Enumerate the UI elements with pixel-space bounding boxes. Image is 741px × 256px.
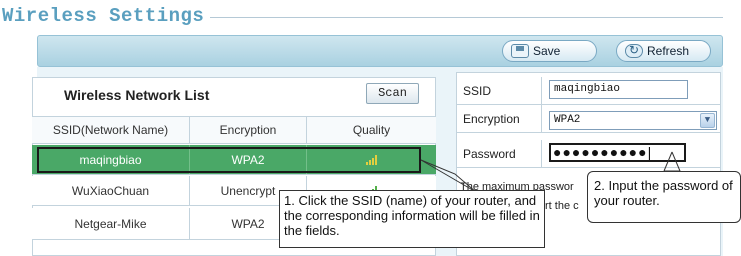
refresh-icon	[625, 43, 643, 58]
password-field[interactable]: ●●●●●●●●●●|	[549, 143, 686, 162]
toolbar: Save Refresh	[37, 35, 723, 67]
network-table-header: SSID(Network Name) Encryption Quality	[32, 116, 436, 144]
network-list-title: Wireless Network List	[64, 87, 210, 103]
ssid-cell[interactable]: WuXiaoChuan	[32, 176, 190, 205]
step2-callout: 2. Input the password of your router.	[587, 171, 741, 223]
encryption-label: Encryption	[463, 112, 520, 126]
column-header-encryption: Encryption	[190, 117, 307, 143]
password-value: ●●●●●●●●●●	[553, 144, 648, 160]
save-label: Save	[533, 44, 561, 58]
ssid-cell[interactable]: Netgear-Mike	[32, 208, 190, 239]
column-header-ssid: SSID(Network Name)	[32, 117, 190, 143]
row-divider	[541, 105, 542, 132]
refresh-button[interactable]: Refresh	[616, 40, 711, 62]
row-divider	[541, 77, 542, 104]
step1-callout: 1. Click the SSID (name) of your router,…	[279, 190, 545, 248]
ssid-label: SSID	[463, 84, 492, 98]
title-divider	[200, 17, 723, 18]
encryption-value: WPA2	[554, 114, 581, 126]
page-title: Wireless Settings	[2, 5, 211, 27]
password-note-tail: rt the c	[545, 200, 579, 212]
page-header: Wireless Settings	[0, 0, 741, 30]
encryption-select[interactable]: WPA2 ▼	[549, 111, 717, 130]
password-label: Password	[463, 147, 516, 161]
ssid-field[interactable]: maqingbiao	[549, 80, 688, 99]
refresh-label: Refresh	[647, 44, 690, 58]
save-icon	[511, 44, 529, 58]
selected-row-highlight	[37, 147, 421, 173]
save-button[interactable]: Save	[502, 40, 597, 62]
chevron-down-icon[interactable]: ▼	[700, 113, 715, 128]
column-header-quality: Quality	[352, 123, 391, 137]
row-divider	[541, 140, 542, 167]
scan-button[interactable]: Scan	[366, 83, 419, 104]
